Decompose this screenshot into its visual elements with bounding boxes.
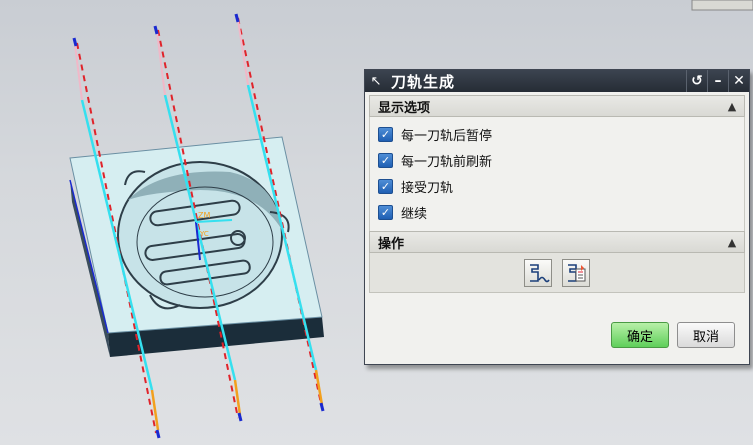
display-options-list: ✓ 每一刀轨后暂停 ✓ 每一刀轨前刷新 ✓ 接受刀轨 ✓ 继续 bbox=[369, 117, 745, 231]
section-display-options[interactable]: 显示选项 ▲ bbox=[369, 95, 745, 117]
dialog-title: 刀轨生成 bbox=[391, 72, 456, 91]
option-label: 接受刀轨 bbox=[401, 180, 454, 196]
checkmark-icon[interactable]: ✓ bbox=[378, 178, 393, 194]
option-refresh-before-each[interactable]: ✓ 每一刀轨前刷新 bbox=[378, 147, 744, 173]
option-label: 继续 bbox=[401, 206, 428, 222]
section-operations[interactable]: 操作 ▲ bbox=[369, 231, 745, 253]
replay-toolpath-icon[interactable] bbox=[524, 258, 552, 287]
checkmark-icon[interactable]: ✓ bbox=[378, 152, 393, 168]
checkmark-icon[interactable]: ✓ bbox=[378, 204, 393, 220]
reset-icon[interactable]: ↺ bbox=[686, 70, 707, 92]
label-yc: YC bbox=[199, 230, 209, 238]
label-zm: ZM bbox=[198, 211, 210, 220]
dialog-titlebar[interactable]: ↖ 刀轨生成 ↺ – ✕ bbox=[365, 70, 749, 92]
pin-icon[interactable]: ↖ bbox=[365, 70, 387, 92]
cancel-button[interactable]: 取消 bbox=[677, 322, 735, 348]
operations-toolbar bbox=[369, 253, 745, 293]
toolpath-departure bbox=[150, 369, 324, 431]
section-ops-label: 操作 bbox=[378, 236, 405, 252]
corner-widget bbox=[691, 0, 753, 11]
option-continue[interactable]: ✓ 继续 bbox=[378, 199, 744, 225]
option-label: 每一刀轨前刷新 bbox=[401, 154, 493, 170]
checkmark-icon[interactable]: ✓ bbox=[378, 126, 393, 142]
minimize-icon[interactable]: – bbox=[707, 70, 728, 92]
option-pause-after-each[interactable]: ✓ 每一刀轨后暂停 bbox=[378, 121, 744, 147]
close-icon[interactable]: ✕ bbox=[728, 70, 749, 92]
option-accept-toolpath[interactable]: ✓ 接受刀轨 bbox=[378, 173, 744, 199]
list-toolpath-icon[interactable] bbox=[562, 258, 590, 287]
collapse-chevron-icon[interactable]: ▲ bbox=[724, 98, 740, 114]
collapse-chevron-icon[interactable]: ▲ bbox=[724, 234, 740, 250]
option-label: 每一刀轨后暂停 bbox=[401, 128, 493, 144]
toolpath-generation-dialog: ↖ 刀轨生成 ↺ – ✕ 显示选项 ▲ ✓ 每一刀轨后暂停 ✓ 每一刀轨前刷新 … bbox=[364, 69, 750, 365]
ok-button[interactable]: 确定 bbox=[611, 322, 669, 348]
toolpath-approach bbox=[74, 19, 249, 101]
section-display-label: 显示选项 bbox=[378, 100, 431, 116]
dialog-footer: 确定 取消 bbox=[611, 322, 735, 348]
